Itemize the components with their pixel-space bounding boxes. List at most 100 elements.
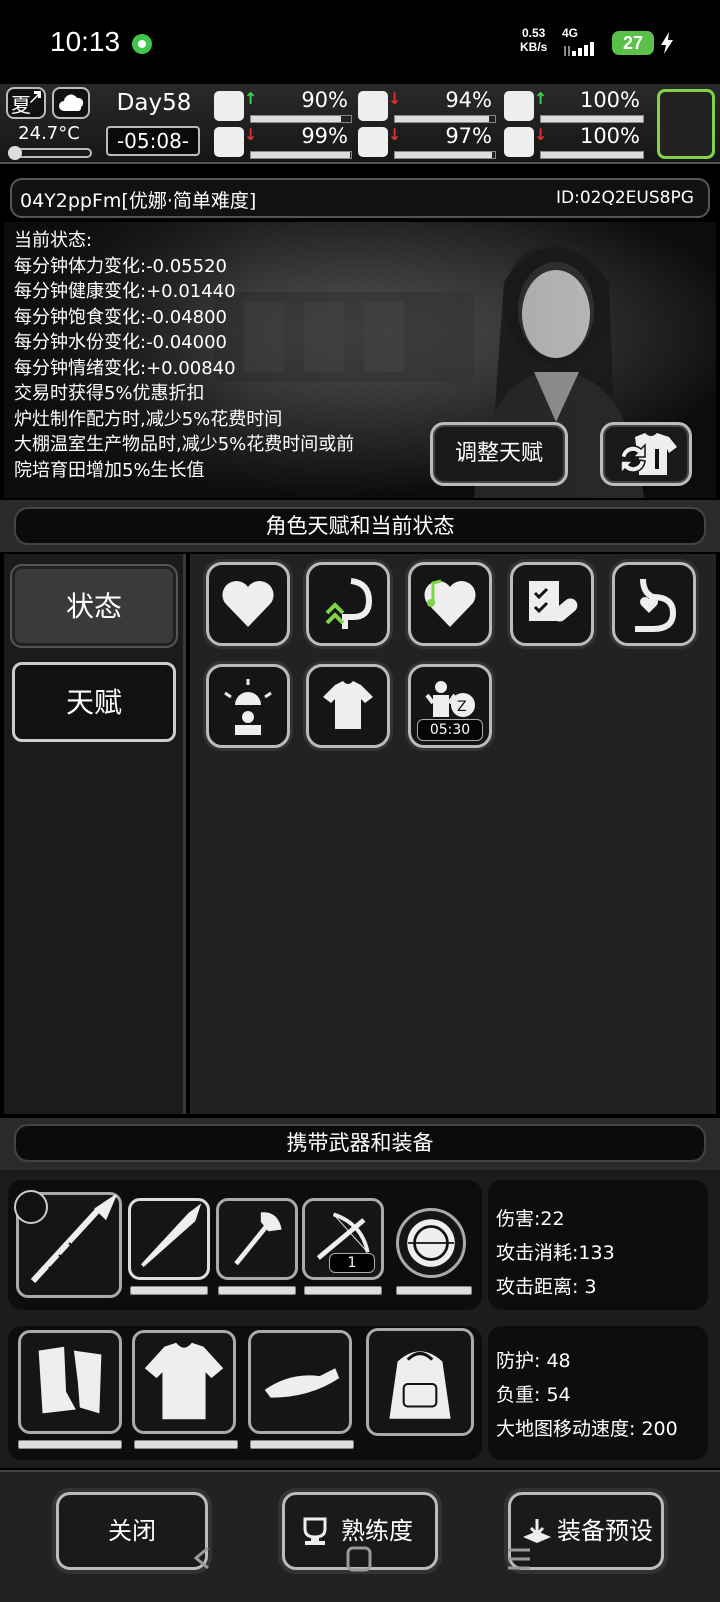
portrait-slot[interactable] [657,89,715,159]
cloud-icon [59,94,84,111]
vital-percent: 90% [301,88,348,112]
weight-stat: 负重: 54 [496,1384,571,1406]
status-heading: 当前状态: [14,230,93,251]
vital-bar [540,115,644,123]
status-line: 每分钟体力变化:-0.05520 [14,255,227,277]
medical-report-icon [529,581,578,622]
vital-medkit: ↑ 90% [214,88,354,123]
status-line: 每分钟情绪变化:+0.00840 [14,357,236,379]
outfit-swap-icon [620,433,677,475]
talents-section-title: 角色天赋和当前状态 [14,507,706,545]
talent-alarm-person[interactable] [206,664,290,748]
tab-talent[interactable]: 天赋 [12,662,176,742]
vital-pill: ↑ 100% [504,88,646,123]
vital-bar-fill [541,116,643,122]
shield-icon [407,1219,455,1267]
nav-menu-icon [508,1548,530,1570]
vital-bar [250,151,352,159]
season-indicator: 夏 [6,87,46,119]
vital-bar [394,115,496,123]
nav-back-icon [193,1546,209,1570]
music-heart-icon [424,579,476,627]
arrow-down-icon: ↓ [388,89,402,108]
medkit-icon [214,91,244,121]
gear-slot-gloves[interactable] [18,1330,122,1434]
backpack-icon [389,1351,451,1419]
talent-music-heart[interactable] [408,562,492,646]
vital-water-drop: ↓ 97% [358,124,498,159]
damage-stat: 伤害:22 [496,1208,565,1230]
boot-icon [214,127,244,157]
thermometer-icon [8,146,92,160]
durability-bar [304,1286,382,1295]
arrow-down-icon: ↓ [388,125,402,144]
gear-slot-cap[interactable] [248,1330,352,1434]
heart-icon [504,127,534,157]
network-speed: 0.53 KB/s [520,26,547,54]
attack-range-stat: 攻击距离: 3 [496,1276,597,1298]
durability-bar [18,1440,122,1449]
pill-icon [504,91,534,121]
talent-shirt[interactable] [306,664,390,748]
vital-stomach: ↓ 94% [358,88,498,123]
gear-slot-backpack[interactable] [366,1328,474,1436]
status-text: 当前状态: 每分钟体力变化:-0.05520 每分钟健康变化:+0.01440 每分… [14,228,354,483]
stomach-icon [358,91,388,121]
talent-medical-report[interactable] [510,562,594,646]
durability-bar [134,1440,238,1449]
stomach-heart-icon [635,578,677,632]
talent-sleep[interactable]: Z 05:30 [408,664,492,748]
network-type: 4G [562,26,579,40]
vital-percent: 100% [579,124,640,148]
stomach-boost-icon [325,578,373,629]
network-speed-value: 0.53 [521,26,546,40]
temperature-readout: 24.7°C [18,123,80,144]
map-speed-stat: 大地图移动速度: 200 [496,1418,678,1440]
durability-bar [250,1440,354,1449]
vital-bar-fill [541,152,643,158]
vital-percent: 99% [301,124,348,148]
equipment-section-title: 携带武器和装备 [14,1124,706,1162]
change-outfit-button[interactable] [600,422,692,486]
axe-icon [234,1212,282,1266]
signal-bars-icon [564,42,594,56]
talent-stomach-heart[interactable] [612,562,696,646]
status-line: 每分钟健康变化:+0.01440 [14,281,236,302]
svg-text:Z: Z [457,699,467,715]
charging-icon [661,32,673,54]
cap-icon [264,1368,340,1398]
status-line: 大棚温室生产物品时,减少5%花费时间或前 [14,434,355,455]
spear-icon [141,1203,202,1268]
weapon-slot-crossbow[interactable]: 1 [302,1198,384,1280]
defense-stat: 防护: 48 [496,1350,571,1372]
weapon-slot-spear[interactable] [128,1198,210,1280]
system-navigation [193,1546,530,1572]
gear-slot-shirt[interactable] [132,1330,236,1434]
weapon-switch-icon[interactable] [14,1190,48,1224]
tab-status[interactable]: 状态 [12,566,176,646]
arrow-up-icon: ↑ [534,89,548,108]
talent-heart[interactable] [206,562,290,646]
arrow-up-icon: ↑ [244,89,258,108]
battery-indicator: 27 [612,31,654,55]
talent-stomach-boost[interactable] [306,562,390,646]
alarm-person-icon [224,679,272,735]
heart-icon [222,580,274,627]
vital-boot: ↓ 99% [214,124,354,159]
attack-cost-stat: 攻击消耗:133 [496,1242,615,1264]
ammo-count: 1 [329,1253,375,1273]
character-id: ID:02Q2EUS8PG [556,188,694,208]
weapon-slot-shield[interactable] [396,1208,466,1278]
vital-bar-fill [395,116,489,122]
network-speed-unit: KB/s [520,40,548,54]
vital-bar [394,151,496,159]
shirt-icon [323,681,373,729]
durability-bar [218,1286,296,1295]
weapon-slot-axe[interactable] [216,1198,298,1280]
status-line: 交易时获得5%优惠折扣 [14,383,205,404]
nav-home-icon [346,1546,372,1572]
vital-bar-fill [251,116,341,122]
arrow-up-right-icon [30,91,41,103]
adjust-talent-button[interactable]: 调整天赋 [430,422,568,486]
system-clock: 10:13 [50,26,121,57]
